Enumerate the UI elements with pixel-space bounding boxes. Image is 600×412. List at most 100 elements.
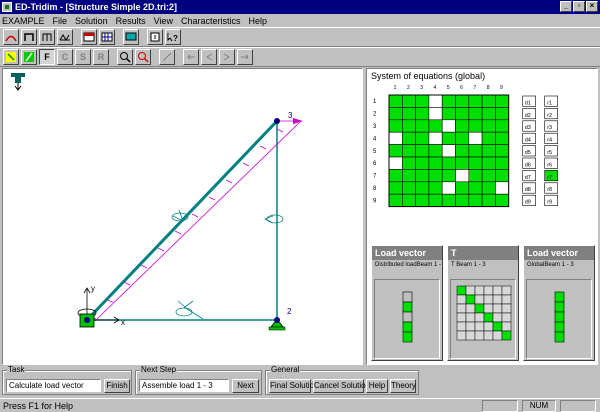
- matrix-cell: [428, 94, 443, 108]
- matrix-cell: [468, 156, 483, 170]
- t-matrix-cell: [474, 321, 485, 332]
- tool-r-button[interactable]: R: [93, 49, 109, 65]
- t-matrix-cell: [465, 303, 476, 314]
- structure-drawing[interactable]: x y 3 2: [3, 69, 362, 364]
- menu-results[interactable]: Results: [116, 16, 146, 26]
- col-header: 3: [420, 85, 423, 91]
- close-button[interactable]: ×: [586, 1, 598, 12]
- t-matrix-cell: [492, 321, 503, 332]
- matrix-cell: [401, 94, 416, 108]
- menu-solution[interactable]: Solution: [75, 16, 108, 26]
- t-matrix-cell: [501, 330, 512, 341]
- matrix-cell: [415, 144, 430, 158]
- next-button[interactable]: Next: [232, 379, 259, 393]
- menu-view[interactable]: View: [154, 16, 173, 26]
- menu-example[interactable]: EXAMPLE: [2, 16, 45, 26]
- matrix-cell: [441, 144, 456, 158]
- col-header: 2: [407, 85, 410, 91]
- next-step-group: Next Step Assemble load 1 - 3 Next: [135, 365, 262, 395]
- matrix-cell: [481, 107, 496, 121]
- undo-icon[interactable]: [183, 49, 199, 65]
- menu-file[interactable]: File: [53, 16, 68, 26]
- zoom-in-icon[interactable]: [117, 49, 133, 65]
- step-back-icon[interactable]: [201, 49, 217, 65]
- matrix-cell: [495, 107, 510, 121]
- col-header: 1: [394, 85, 397, 91]
- panel-global-load-vector[interactable]: Load vector GlobalBeam 1 - 3: [523, 245, 595, 361]
- frame-2-icon[interactable]: [39, 29, 55, 45]
- zoom-out-icon[interactable]: [135, 49, 151, 65]
- r-vector-label: r6: [547, 162, 552, 168]
- matrix-cell: [428, 193, 443, 207]
- context-help-icon[interactable]: ?: [165, 29, 181, 45]
- select-node-icon[interactable]: [3, 49, 19, 65]
- t-matrix-cell: [456, 294, 467, 305]
- node-2[interactable]: [274, 317, 280, 323]
- matrix-cell: [388, 181, 403, 195]
- minimize-button[interactable]: _: [560, 1, 572, 12]
- theory-button[interactable]: Theory: [390, 379, 416, 393]
- info-icon[interactable]: [147, 29, 163, 45]
- matrix-cell: [481, 169, 496, 183]
- global-load-vector-cells: [554, 291, 565, 343]
- t-matrix-cell: [483, 312, 494, 323]
- tool-c-button[interactable]: C: [57, 49, 73, 65]
- matrix-cell: [388, 193, 403, 207]
- t-matrix-cell: [483, 321, 494, 332]
- t-matrix-cell: [483, 303, 494, 314]
- t-matrix-cell: [501, 312, 512, 323]
- tool-s-button[interactable]: S: [75, 49, 91, 65]
- node-3[interactable]: [274, 118, 280, 124]
- matrix-cell: [415, 107, 430, 121]
- d-vector-label: d2: [525, 113, 531, 119]
- matrix-cell: [415, 156, 430, 170]
- r-vector-label: r9: [547, 200, 552, 206]
- matrix-cell: [388, 144, 403, 158]
- structure-view[interactable]: x y 3 2: [2, 68, 363, 365]
- menu-help[interactable]: Help: [248, 16, 267, 26]
- select-beam-icon[interactable]: [21, 49, 37, 65]
- screen-icon[interactable]: [123, 29, 139, 45]
- vector-cell: [554, 311, 565, 323]
- matrix-cell: [415, 131, 430, 145]
- node-1[interactable]: [84, 317, 90, 323]
- t-matrix-cell: [501, 303, 512, 314]
- truss-icon[interactable]: [57, 29, 73, 45]
- arch-structure-icon[interactable]: [3, 29, 19, 45]
- edit-icon[interactable]: [159, 49, 175, 65]
- matrix-cell: [401, 181, 416, 195]
- help-button[interactable]: Help: [366, 379, 388, 393]
- matrix-view-icon[interactable]: [81, 29, 97, 45]
- axis-x-label: x: [121, 318, 125, 327]
- final-solution-button[interactable]: Final Solution: [269, 379, 318, 393]
- grid-view-icon[interactable]: [99, 29, 115, 45]
- menu-characteristics[interactable]: Characteristics: [181, 16, 241, 26]
- system-title: System of equations (global): [371, 71, 486, 81]
- tool-f-button[interactable]: F: [39, 49, 55, 65]
- matrix-cell: [495, 193, 510, 207]
- restore-button[interactable]: ▫: [573, 1, 585, 12]
- row-header: 1: [373, 99, 377, 105]
- matrix-cell: [415, 169, 430, 183]
- app-icon[interactable]: [2, 2, 12, 12]
- finish-button[interactable]: Finish: [104, 379, 130, 393]
- redo-icon[interactable]: [237, 49, 253, 65]
- matrix-cell: [468, 169, 483, 183]
- matrix-cell: [388, 131, 403, 145]
- matrix-cell: [468, 144, 483, 158]
- panel-subtitle: T Beam 1 - 3: [451, 262, 486, 268]
- status-text: Press F1 for Help: [3, 401, 74, 411]
- matrix-cell: [428, 156, 443, 170]
- t-matrix-cells: [456, 285, 512, 341]
- col-header: 9: [500, 85, 503, 91]
- cancel-solution-button[interactable]: Cancel Solution: [313, 379, 370, 393]
- step-forward-icon[interactable]: [219, 49, 235, 65]
- matrix-cell: [428, 131, 443, 145]
- panel-t-matrix[interactable]: T T Beam 1 - 3: [447, 245, 519, 361]
- t-matrix-cell: [456, 312, 467, 323]
- frame-structure-icon[interactable]: [21, 29, 37, 45]
- matrix-cell: [441, 131, 456, 145]
- t-matrix-cell: [474, 285, 485, 296]
- node-3-label: 3: [288, 111, 293, 120]
- panel-load-vector[interactable]: Load vector Distributed loadBeam 1 - 3: [371, 245, 443, 361]
